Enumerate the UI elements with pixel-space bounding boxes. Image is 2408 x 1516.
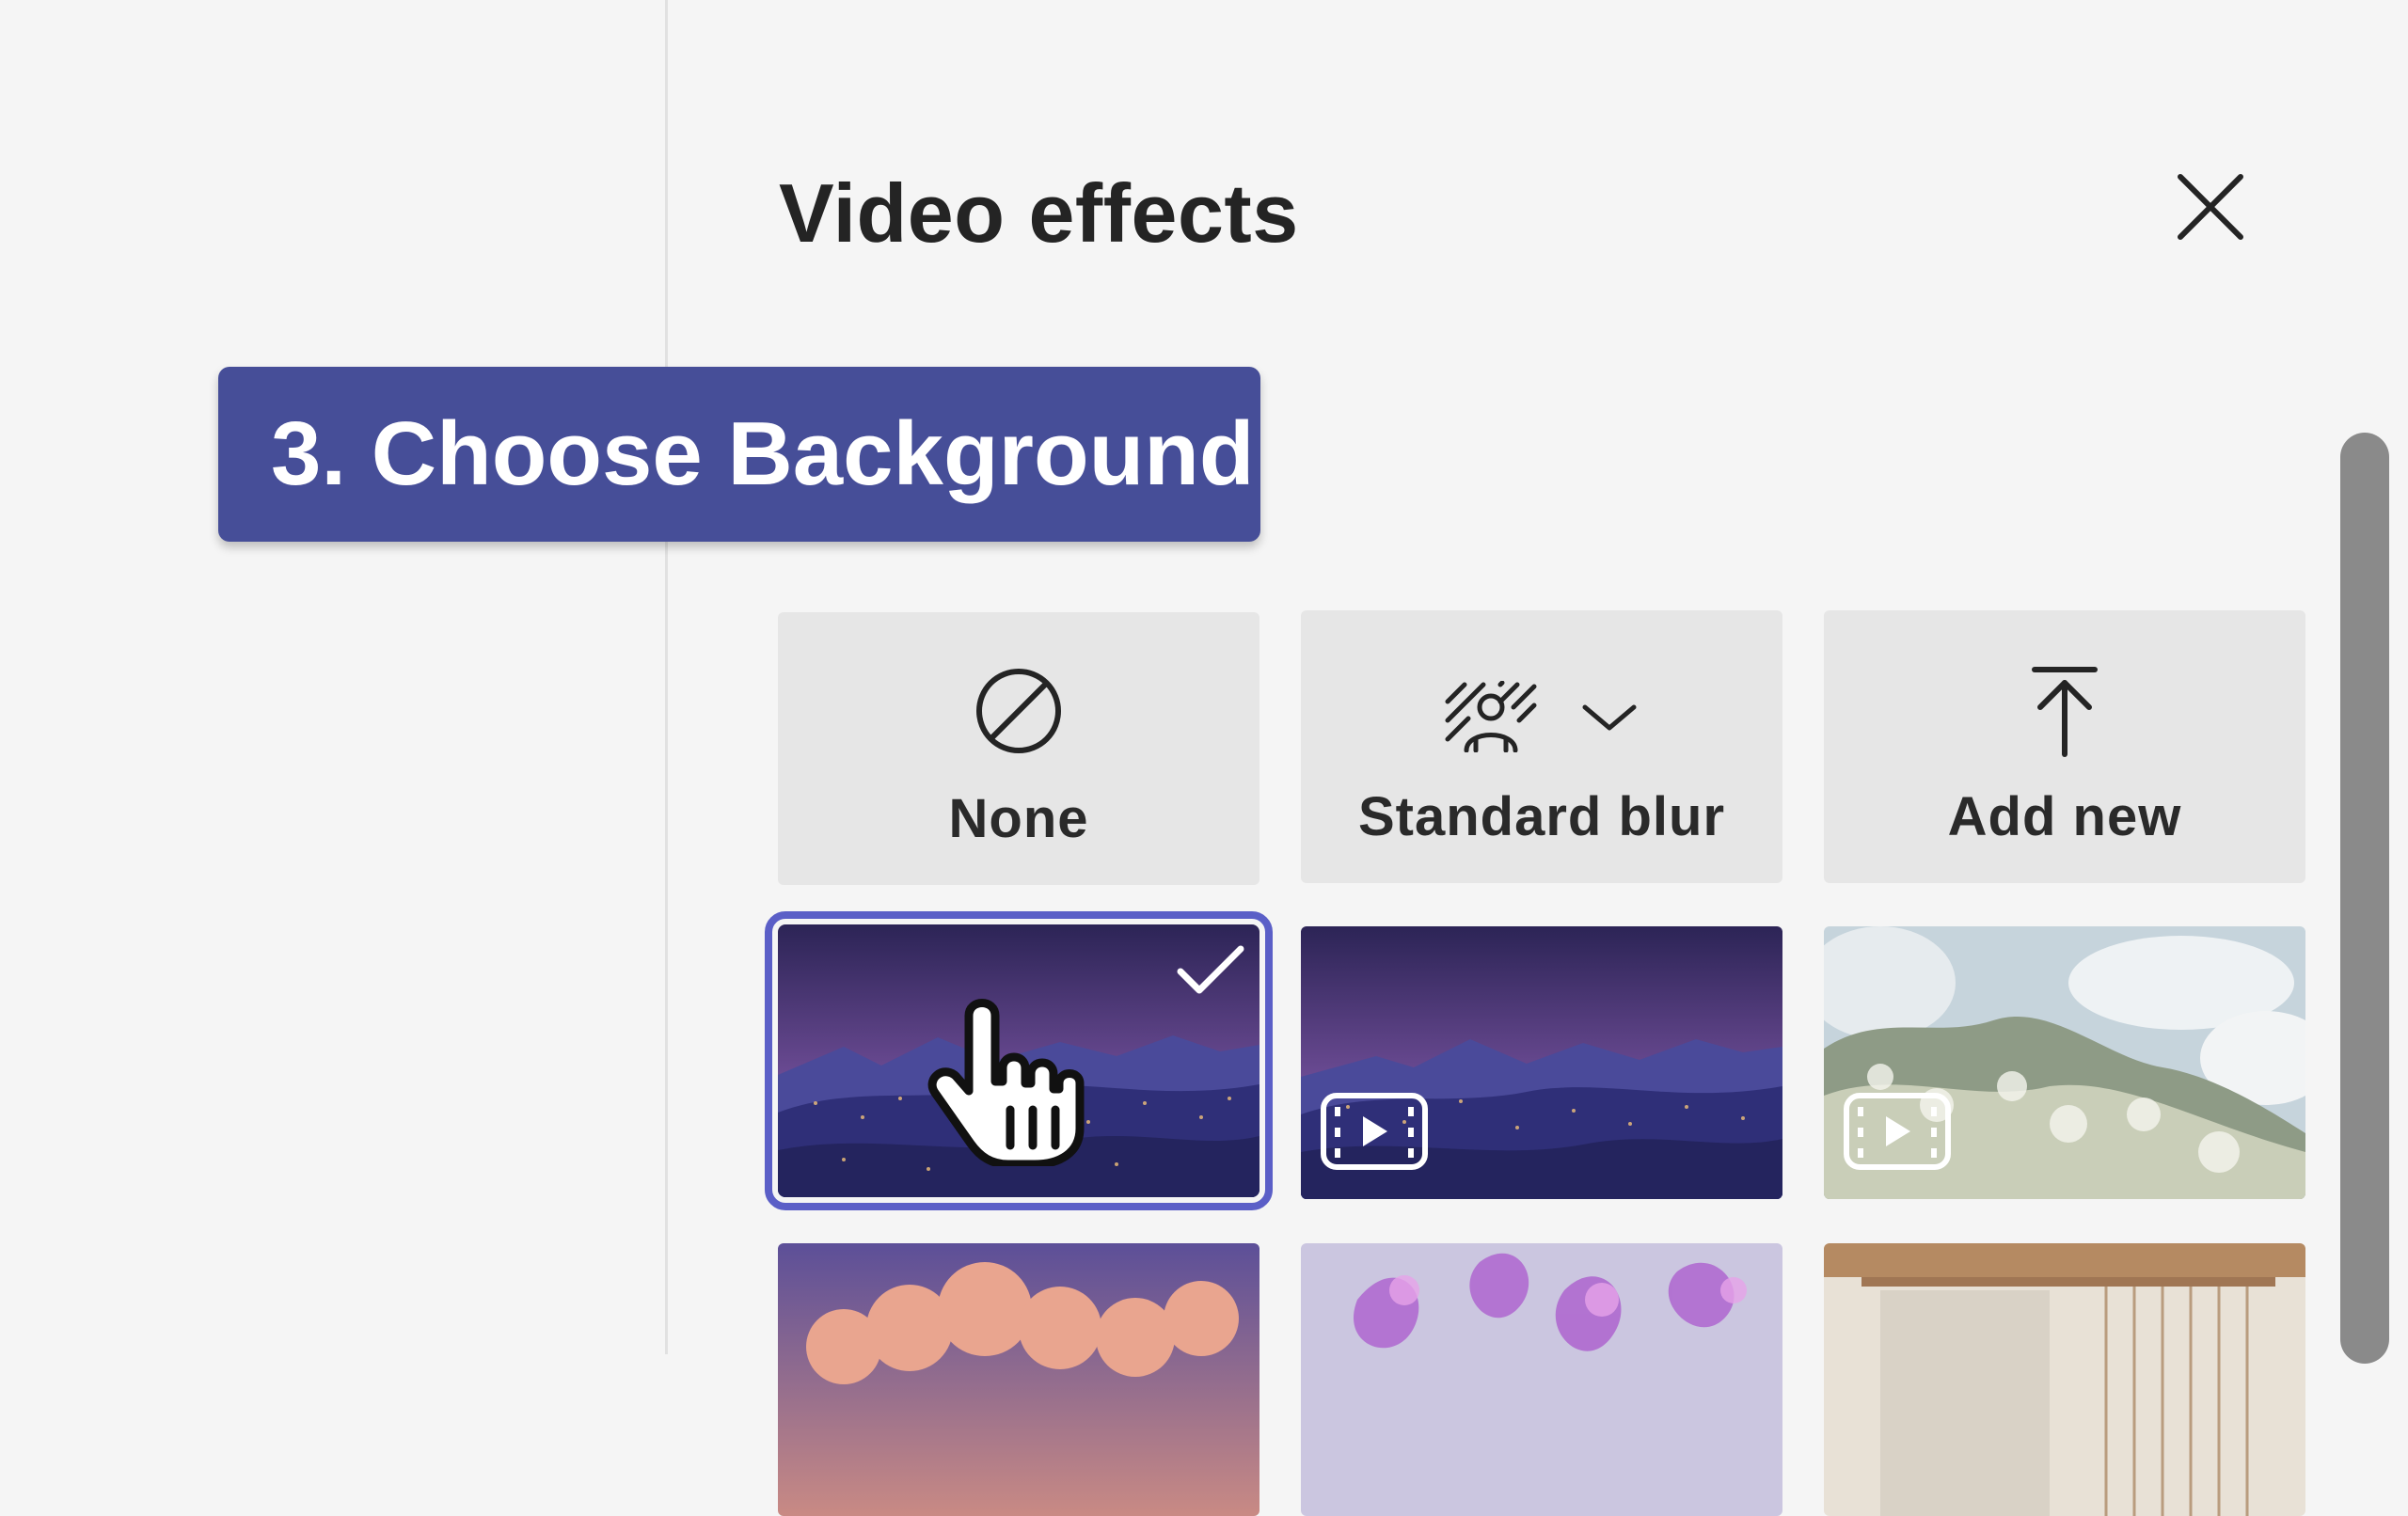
- standard-blur-button[interactable]: Standard blur: [1301, 610, 1782, 883]
- none-effect-button[interactable]: None: [778, 612, 1259, 885]
- background-thumbnail-purple-flowers[interactable]: [1301, 1243, 1782, 1516]
- instruction-callout: 3. Choose Background: [218, 367, 1260, 542]
- background-thumbnail-pink-clouds[interactable]: [778, 1243, 1259, 1516]
- close-icon: [2178, 174, 2243, 240]
- blur-icon: [1445, 681, 1537, 752]
- pink-clouds-image: [778, 1243, 1259, 1516]
- wooden-room-image: [1824, 1243, 2305, 1516]
- background-thumbnail-blossom-video[interactable]: [1824, 926, 2305, 1199]
- background-thumbnail-night-video[interactable]: [1301, 926, 1782, 1199]
- scrollbar[interactable]: [2340, 433, 2389, 1364]
- close-button[interactable]: [2173, 169, 2248, 245]
- standard-blur-label: Standard blur: [1357, 786, 1726, 847]
- video-icon: [1844, 1093, 1951, 1170]
- video-icon: [1321, 1093, 1428, 1170]
- hand-cursor-icon: [927, 999, 1085, 1166]
- background-thumbnail-wooden-room[interactable]: [1824, 1243, 2305, 1516]
- none-icon: [976, 669, 1061, 753]
- add-new-label: Add new: [1947, 786, 2182, 847]
- upload-icon: [2032, 667, 2098, 757]
- purple-flowers-image: [1301, 1243, 1782, 1516]
- panel-divider: [665, 0, 668, 1354]
- add-new-button[interactable]: Add new: [1824, 610, 2305, 883]
- none-label: None: [948, 788, 1089, 849]
- checkmark-icon: [1177, 945, 1244, 994]
- panel-title: Video effects: [779, 166, 1299, 260]
- chevron-down-icon[interactable]: [1579, 698, 1640, 735]
